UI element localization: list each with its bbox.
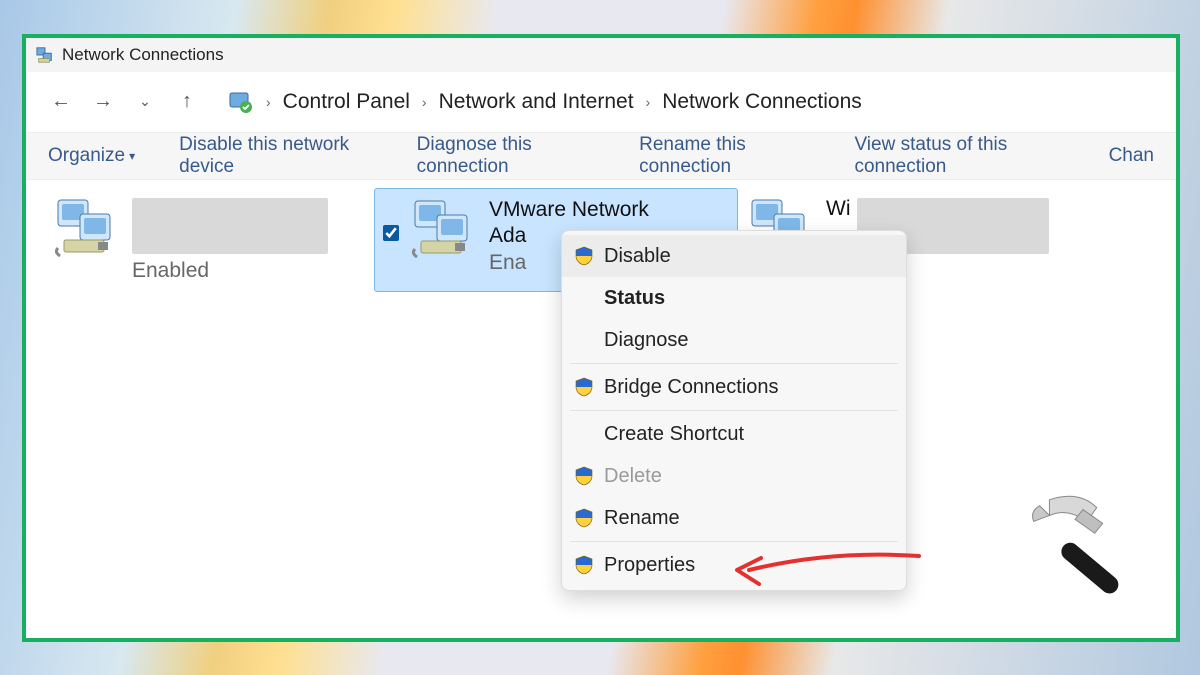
- change-settings-button[interactable]: Chan: [1109, 145, 1154, 167]
- breadcrumb-network-and-internet[interactable]: Network and Internet: [439, 90, 634, 114]
- menu-separator: [570, 363, 898, 364]
- chevron-right-icon: ›: [266, 94, 271, 110]
- breadcrumb-network-connections[interactable]: Network Connections: [662, 90, 862, 114]
- adapter-checkbox[interactable]: [383, 225, 399, 241]
- window-app-icon: [36, 46, 54, 64]
- chevron-right-icon: ›: [422, 94, 427, 110]
- uac-shield-icon: [574, 377, 594, 397]
- navigation-bar: ← → ⌄ ↑ › Control Panel › Network and In…: [26, 72, 1176, 132]
- rename-connection-button[interactable]: Rename this connection: [639, 134, 810, 178]
- breadcrumb: › Control Panel › Network and Internet ›…: [260, 90, 868, 114]
- adapter-item[interactable]: Enabled: [44, 188, 374, 292]
- window-title: Network Connections: [62, 45, 224, 65]
- menu-item-rename[interactable]: Rename: [562, 497, 906, 539]
- menu-separator: [570, 410, 898, 411]
- redacted-block: [132, 198, 328, 254]
- network-adapter-icon: [52, 196, 122, 258]
- control-panel-icon: [228, 89, 254, 115]
- uac-shield-icon: [574, 466, 594, 486]
- caret-down-icon: ▾: [129, 149, 135, 163]
- view-status-button[interactable]: View status of this connection: [854, 134, 1064, 178]
- nav-up-button[interactable]: ↑: [174, 90, 200, 113]
- menu-item-properties[interactable]: Properties: [562, 544, 906, 586]
- network-adapter-icon: [409, 197, 479, 259]
- uac-shield-icon: [574, 246, 594, 266]
- menu-item-diagnose[interactable]: Diagnose: [562, 319, 906, 361]
- adapter-name-prefix: Wi: [826, 196, 851, 222]
- context-menu: Disable Status Diagnose Bridge Connectio…: [561, 230, 907, 591]
- menu-item-disable[interactable]: Disable: [562, 235, 906, 277]
- menu-item-create-shortcut[interactable]: Create Shortcut: [562, 413, 906, 455]
- nav-back-button[interactable]: ←: [48, 90, 74, 113]
- uac-shield-icon: [574, 555, 594, 575]
- menu-item-delete[interactable]: Delete: [562, 455, 906, 497]
- content-area: Enabled VMware Network Ada Ena Wi: [26, 180, 1176, 638]
- diagnose-connection-button[interactable]: Diagnose this connection: [417, 134, 595, 178]
- uac-shield-icon: [574, 508, 594, 528]
- organize-menu[interactable]: Organize▾: [48, 145, 135, 167]
- menu-separator: [570, 541, 898, 542]
- hammer-icon: [1010, 480, 1148, 618]
- chevron-right-icon: ›: [646, 94, 651, 110]
- adapter-name-line1: VMware Network: [489, 197, 649, 223]
- disable-device-button[interactable]: Disable this network device: [179, 134, 373, 178]
- breadcrumb-control-panel[interactable]: Control Panel: [283, 90, 410, 114]
- menu-item-bridge-connections[interactable]: Bridge Connections: [562, 366, 906, 408]
- menu-item-status[interactable]: Status: [562, 277, 906, 319]
- adapter-status: Enabled: [132, 258, 328, 284]
- nav-recent-dropdown[interactable]: ⌄: [132, 93, 158, 110]
- command-bar: Organize▾ Disable this network device Di…: [26, 132, 1176, 180]
- adapter-text: Enabled: [132, 196, 328, 284]
- titlebar: Network Connections: [26, 38, 1176, 72]
- nav-forward-button[interactable]: →: [90, 90, 116, 113]
- network-connections-window: Network Connections ← → ⌄ ↑ › Control Pa…: [22, 34, 1180, 642]
